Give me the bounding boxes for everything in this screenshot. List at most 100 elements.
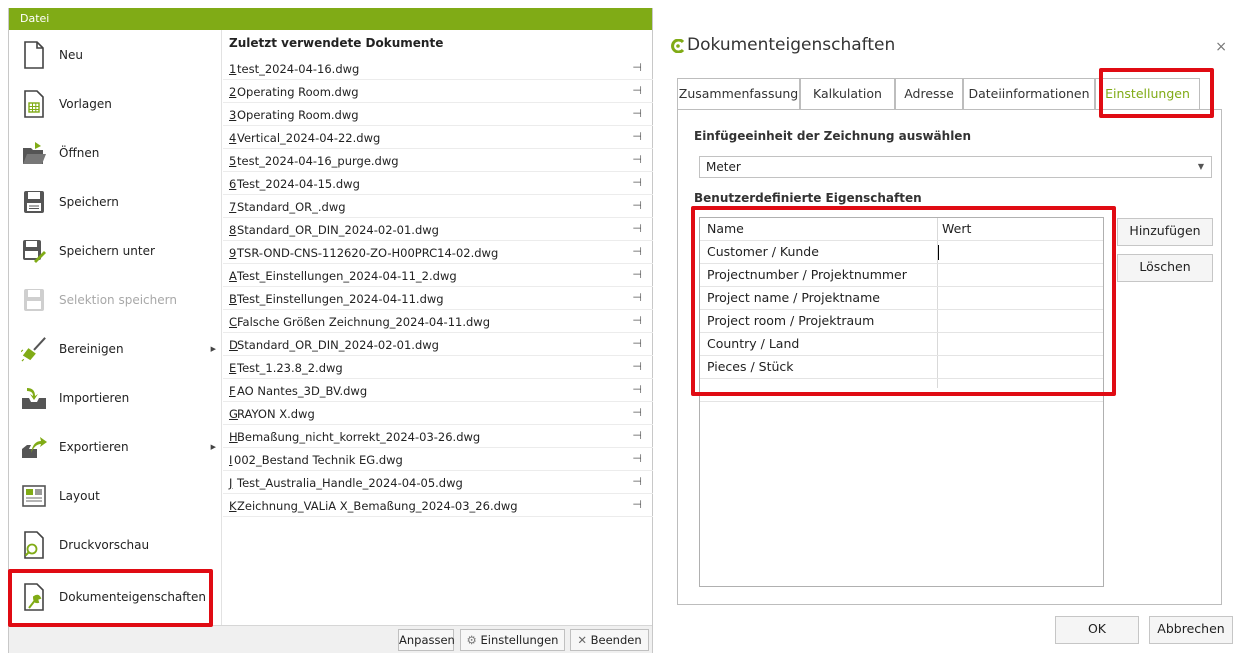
recent-document-item[interactable]: B Test_Einstellungen_2024-04-11.dwg ⊣	[223, 288, 653, 310]
menu-item-label: Dokumenteigenschaften	[59, 589, 206, 604]
text-caret	[938, 245, 939, 260]
grid-header-value: Wert	[942, 221, 972, 236]
recent-document-item[interactable]: 2 Operating Room.dwg ⊣	[223, 81, 653, 103]
recent-document-item[interactable]: 3 Operating Room.dwg ⊣	[223, 104, 653, 126]
property-name-cell[interactable]: Pieces / Stück	[707, 359, 794, 374]
recent-document-item[interactable]: 8 Standard_OR_DIN_2024-02-01.dwg ⊣	[223, 219, 653, 241]
pin-icon[interactable]: ⊣	[632, 498, 642, 511]
recent-document-name: AO Nantes_3D_BV.dwg	[237, 384, 368, 398]
app-logo-icon	[671, 38, 685, 54]
tab-adresse[interactable]: Adresse	[895, 78, 963, 109]
custom-properties-grid[interactable]: Name Wert Customer / Kunde Projectnumber …	[699, 217, 1104, 587]
pin-icon[interactable]: ⊣	[632, 199, 642, 212]
menu-item-oeffnen[interactable]: Öffnen	[9, 128, 222, 177]
grid-row[interactable]: Country / Land	[700, 333, 1103, 356]
recent-document-item[interactable]: F AO Nantes_3D_BV.dwg ⊣	[223, 380, 653, 402]
recent-document-item[interactable]: 9 TSR-OND-CNS-112620-ZO-H00PRC14-02.dwg ⊣	[223, 242, 653, 264]
property-name-cell[interactable]: Project name / Projektname	[707, 290, 880, 305]
menu-item-vorlagen[interactable]: Vorlagen	[9, 79, 222, 128]
recent-document-name: Operating Room.dwg	[237, 85, 359, 99]
pin-icon[interactable]: ⊣	[632, 406, 642, 419]
recent-documents: Zuletzt verwendete Dokumente 1 test_2024…	[223, 30, 653, 625]
tab-zusammenfassung[interactable]: Zusammenfassung	[677, 78, 800, 109]
recent-document-item[interactable]: 1 test_2024-04-16.dwg ⊣	[223, 58, 653, 80]
delete-property-button[interactable]: Löschen	[1117, 254, 1213, 282]
pin-icon[interactable]: ⊣	[632, 61, 642, 74]
recent-document-item[interactable]: K Zeichnung_VALiA X_Bemaßung_2024-03_26.…	[223, 495, 653, 517]
close-icon[interactable]: ×	[1215, 39, 1227, 55]
menu-item-exportieren[interactable]: Exportieren ▶	[9, 422, 222, 471]
recent-document-item[interactable]: 7 Standard_OR_.dwg ⊣	[223, 196, 653, 218]
recent-document-item[interactable]: E Test_1.23.8_2.dwg ⊣	[223, 357, 653, 379]
pin-icon[interactable]: ⊣	[632, 452, 642, 465]
recent-document-key: B	[229, 292, 237, 306]
property-name-cell[interactable]: Customer / Kunde	[707, 244, 819, 259]
menu-item-layout[interactable]: Layout	[9, 471, 222, 520]
recent-documents-title: Zuletzt verwendete Dokumente	[229, 36, 444, 50]
grid-row[interactable]: Customer / Kunde	[700, 241, 1103, 264]
grid-row[interactable]: Project name / Projektname	[700, 287, 1103, 310]
grid-row[interactable]: Pieces / Stück	[700, 356, 1103, 379]
pin-icon[interactable]: ⊣	[632, 291, 642, 304]
pin-icon[interactable]: ⊣	[632, 383, 642, 396]
property-name-cell[interactable]: Country / Land	[707, 336, 799, 351]
recent-document-item[interactable]: C Falsche Größen Zeichnung_2024-04-11.dw…	[223, 311, 653, 333]
menu-item-speichern-unter[interactable]: Speichern unter	[9, 226, 222, 275]
tab-einstellungen[interactable]: Einstellungen	[1095, 78, 1200, 109]
pin-icon[interactable]: ⊣	[632, 360, 642, 373]
recent-document-item[interactable]: I 002_Bestand Technik EG.dwg ⊣	[223, 449, 653, 471]
pin-icon[interactable]: ⊣	[632, 107, 642, 120]
recent-document-item[interactable]: A Test_Einstellungen_2024-04-11_2.dwg ⊣	[223, 265, 653, 287]
recent-document-item[interactable]: D Standard_OR_DIN_2024-02-01.dwg ⊣	[223, 334, 653, 356]
property-name-cell[interactable]: Projectnumber / Projektnummer	[707, 267, 907, 282]
pin-icon[interactable]: ⊣	[632, 245, 642, 258]
pin-icon[interactable]: ⊣	[632, 475, 642, 488]
grid-row[interactable]: Projectnumber / Projektnummer	[700, 264, 1103, 287]
recent-document-item[interactable]: H Bemaßung_nicht_korrekt_2024-03-26.dwg ⊣	[223, 426, 653, 448]
pin-icon[interactable]: ⊣	[632, 176, 642, 189]
recent-document-name: Test_Einstellungen_2024-04-11.dwg	[237, 292, 444, 306]
menu-item-neu[interactable]: Neu	[9, 30, 222, 79]
recent-document-name: Test_2024-04-15.dwg	[237, 177, 360, 191]
tab-kalkulation[interactable]: Kalkulation	[800, 78, 895, 109]
recent-document-key: A	[229, 269, 237, 283]
document-properties-icon	[21, 582, 47, 611]
recent-document-item[interactable]: J Test_Australia_Handle_2024-04-05.dwg ⊣	[223, 472, 653, 494]
dialog-title: Dokumenteigenschaften	[687, 35, 896, 55]
recent-document-item[interactable]: 6 Test_2024-04-15.dwg ⊣	[223, 173, 653, 195]
pin-icon[interactable]: ⊣	[632, 314, 642, 327]
recent-document-name: test_2024-04-16_purge.dwg	[237, 154, 399, 168]
exit-button[interactable]: ✕ Beenden	[570, 629, 649, 651]
add-property-button[interactable]: Hinzufügen	[1117, 218, 1213, 246]
cancel-button[interactable]: Abbrechen	[1149, 616, 1233, 644]
tab-dateiinformationen[interactable]: Dateiinformationen	[963, 78, 1095, 109]
recent-document-item[interactable]: 5 test_2024-04-16_purge.dwg ⊣	[223, 150, 653, 172]
menu-item-bereinigen[interactable]: Bereinigen ▶	[9, 324, 222, 373]
settings-button[interactable]: ⚙ Einstellungen	[460, 629, 565, 651]
menu-item-druckvorschau[interactable]: Druckvorschau	[9, 520, 222, 569]
grid-row-empty[interactable]	[700, 379, 1103, 402]
pin-icon[interactable]: ⊣	[632, 153, 642, 166]
submenu-arrow-icon: ▶	[210, 442, 216, 451]
pin-icon[interactable]: ⊣	[632, 130, 642, 143]
menu-item-importieren[interactable]: Importieren	[9, 373, 222, 422]
recent-document-key: E	[229, 361, 237, 375]
file-menu-footer: Anpassen ⚙ Einstellungen ✕ Beenden	[9, 625, 652, 653]
pin-icon[interactable]: ⊣	[632, 429, 642, 442]
menu-item-label: Speichern unter	[59, 243, 155, 258]
customize-button-label: Anpassen	[399, 633, 455, 647]
pin-icon[interactable]: ⊣	[632, 337, 642, 350]
pin-icon[interactable]: ⊣	[632, 268, 642, 281]
pin-icon[interactable]: ⊣	[632, 222, 642, 235]
property-name-cell[interactable]: Project room / Projektraum	[707, 313, 874, 328]
unit-select[interactable]: Meter ▼	[699, 156, 1212, 178]
pin-icon[interactable]: ⊣	[632, 84, 642, 97]
menu-item-dokumenteigenschaften[interactable]: Dokumenteigenschaften	[9, 572, 222, 621]
recent-document-item[interactable]: G RAYON X.dwg ⊣	[223, 403, 653, 425]
menu-item-speichern[interactable]: Speichern	[9, 177, 222, 226]
ok-button[interactable]: OK	[1055, 616, 1139, 644]
grid-row[interactable]: Project room / Projektraum	[700, 310, 1103, 333]
recent-document-item[interactable]: 4 Vertical_2024-04-22.dwg ⊣	[223, 127, 653, 149]
customize-button[interactable]: Anpassen	[398, 629, 455, 651]
recent-document-key: 1	[229, 62, 237, 76]
